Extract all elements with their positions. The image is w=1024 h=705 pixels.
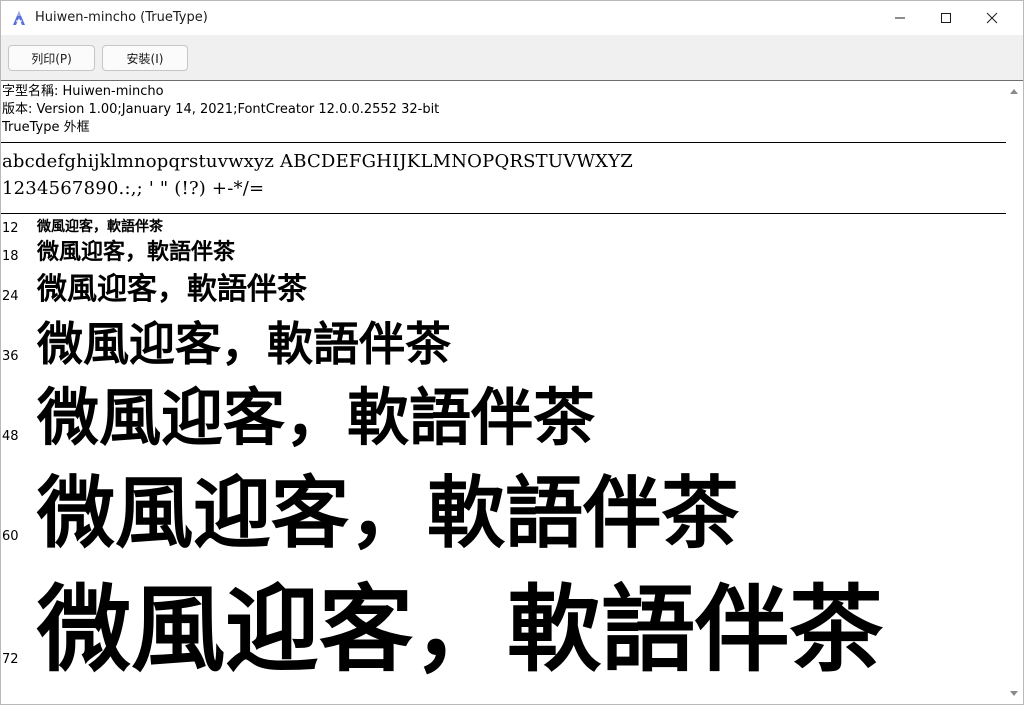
font-viewer-icon xyxy=(13,11,25,25)
character-set-digits: 1234567890.:,; ' " (!?) +-*/= xyxy=(2,178,265,199)
sample-size-24: 微風迎客，軟語伴茶 xyxy=(37,272,307,307)
size-label-60: 60 xyxy=(2,529,19,544)
font-preview-area: 字型名稱: Huiwen-mincho 版本: Version 1.00;Jan… xyxy=(1,81,1006,704)
maximize-icon xyxy=(941,13,951,23)
sample-size-12: 微風迎客，軟語伴茶 xyxy=(37,219,163,235)
size-label-48: 48 xyxy=(2,429,19,444)
vertical-scrollbar[interactable] xyxy=(1006,81,1023,704)
divider-top xyxy=(1,142,1006,143)
font-name-line: 字型名稱: Huiwen-mincho xyxy=(2,84,164,99)
scroll-up-arrow-icon[interactable] xyxy=(1010,89,1018,94)
size-label-12: 12 xyxy=(2,221,19,236)
size-label-24: 24 xyxy=(2,289,19,304)
scroll-down-arrow-icon[interactable] xyxy=(1010,691,1018,696)
minimize-button[interactable] xyxy=(877,1,923,35)
font-viewer-window: Huiwen-mincho (TrueType) 列印(P) 安裝(I) 字型名… xyxy=(0,0,1024,705)
close-button[interactable] xyxy=(969,1,1015,35)
title-bar[interactable]: Huiwen-mincho (TrueType) xyxy=(1,1,1023,35)
close-icon xyxy=(986,12,998,24)
minimize-icon xyxy=(895,17,905,19)
sample-size-36: 微風迎客，軟語伴茶 xyxy=(37,317,451,371)
print-button[interactable]: 列印(P) xyxy=(8,45,95,71)
character-set-letters: abcdefghijklmnopqrstuvwxyz ABCDEFGHIJKLM… xyxy=(2,151,633,172)
toolbar: 列印(P) 安裝(I) xyxy=(1,35,1023,81)
sample-size-72: 微風迎客，軟語伴茶 xyxy=(37,575,884,685)
sample-size-18: 微風迎客，軟語伴茶 xyxy=(37,239,236,265)
window-title: Huiwen-mincho (TrueType) xyxy=(35,10,208,25)
maximize-button[interactable] xyxy=(923,1,969,35)
size-label-36: 36 xyxy=(2,349,19,364)
sample-size-48: 微風迎客，軟語伴茶 xyxy=(37,381,596,454)
install-button[interactable]: 安裝(I) xyxy=(102,45,188,71)
font-type-line: TrueType 外框 xyxy=(2,120,90,135)
divider-bottom xyxy=(1,213,1006,214)
size-label-18: 18 xyxy=(2,249,19,264)
sample-size-60: 微風迎客，軟語伴茶 xyxy=(37,468,740,559)
font-version-line: 版本: Version 1.00;January 14, 2021;FontCr… xyxy=(2,102,440,117)
size-label-72: 72 xyxy=(2,652,19,667)
